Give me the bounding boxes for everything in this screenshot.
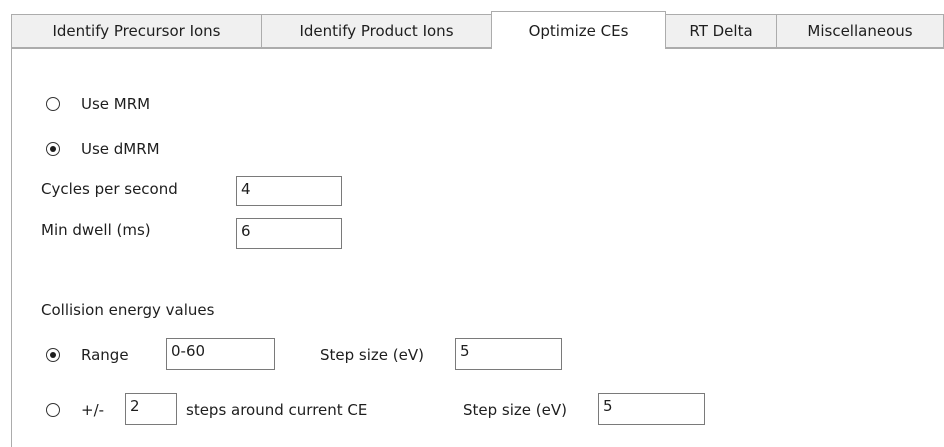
collision-energy-section-label: Collision energy values (41, 301, 215, 319)
radio-selected-dot (50, 146, 56, 152)
range-step-size-field[interactable]: 5 (455, 338, 562, 370)
tab-miscellaneous[interactable]: Miscellaneous (776, 14, 944, 48)
steps-count-field[interactable]: 2 (125, 393, 177, 425)
optimize-ces-panel: Identify Precursor Ions Identify Product… (0, 0, 944, 447)
plus-minus-label[interactable]: +/- (81, 401, 104, 419)
tab-optimize-ces[interactable]: Optimize CEs (491, 11, 666, 49)
radio-selected-dot (50, 352, 56, 358)
tab-identify-precursor-ions[interactable]: Identify Precursor Ions (11, 14, 262, 48)
tab-content-top-border (11, 48, 944, 49)
cycles-per-second-label: Cycles per second (41, 180, 178, 198)
range-label[interactable]: Range (81, 346, 129, 364)
use-mrm-radio[interactable] (46, 97, 60, 111)
tab-label: RT Delta (689, 22, 753, 40)
tab-label: Optimize CEs (528, 21, 629, 40)
steps-step-size-label: Step size (eV) (463, 401, 567, 419)
tab-label: Identify Product Ions (299, 22, 454, 40)
cycles-per-second-field[interactable]: 4 (236, 176, 342, 206)
tab-identify-product-ions[interactable]: Identify Product Ions (261, 14, 492, 48)
steps-around-label: steps around current CE (186, 401, 368, 419)
use-dmrm-label[interactable]: Use dMRM (81, 140, 160, 158)
use-dmrm-radio[interactable] (46, 142, 60, 156)
tab-label: Identify Precursor Ions (52, 22, 221, 40)
steps-step-size-field[interactable]: 5 (598, 393, 705, 425)
tab-label: Miscellaneous (807, 22, 913, 40)
range-radio[interactable] (46, 348, 60, 362)
use-mrm-label[interactable]: Use MRM (81, 95, 150, 113)
tab-content-left-border (11, 48, 12, 447)
tab-rt-delta[interactable]: RT Delta (665, 14, 777, 48)
range-field[interactable]: 0-60 (166, 338, 275, 370)
range-step-size-label: Step size (eV) (320, 346, 424, 364)
min-dwell-label: Min dwell (ms) (41, 221, 151, 239)
steps-around-radio[interactable] (46, 403, 60, 417)
min-dwell-field[interactable]: 6 (236, 218, 342, 249)
